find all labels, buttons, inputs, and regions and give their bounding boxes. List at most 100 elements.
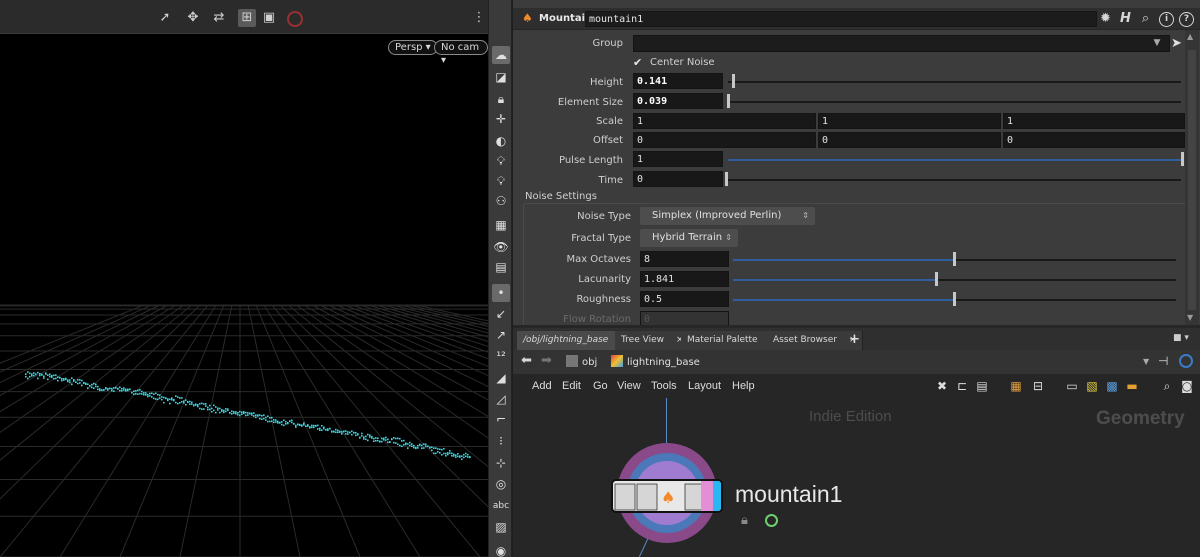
lacunarity-field[interactable]: 1.841 (640, 271, 729, 287)
element-size-slider-knob[interactable] (727, 94, 730, 108)
viewport-settings-icon[interactable]: ⋮ (470, 9, 488, 27)
element-size-slider-track[interactable] (728, 101, 1181, 103)
connect-icon[interactable]: ⊹ (492, 454, 510, 472)
lacunarity-slider-knob[interactable] (935, 272, 938, 286)
scrollbar-thumb[interactable] (1188, 50, 1196, 310)
search-icon[interactable]: ⌕ (1137, 10, 1154, 27)
offset-x-field[interactable]: 0 (633, 132, 816, 148)
prim-icon[interactable]: ◢ (492, 369, 510, 387)
link-icon[interactable] (1179, 354, 1193, 368)
pane-menu-icon[interactable]: ■ ▾ (1173, 333, 1189, 343)
transform-icon[interactable]: ✛ (492, 110, 510, 128)
viewport-canvas[interactable] (0, 35, 488, 557)
network-box-icon[interactable]: ▭ (1064, 378, 1080, 394)
pulse-length-slider-knob[interactable] (1181, 152, 1184, 166)
fractal-type-dropdown[interactable]: Hybrid Terrain ⇕ (640, 229, 738, 247)
tree-icon[interactable]: ⊏ (954, 378, 970, 394)
vertex-icon[interactable]: ⁝ (492, 432, 510, 450)
lock-icon[interactable]: 🔒︎ (492, 90, 510, 108)
scroll-up-icon[interactable]: ▲ (1187, 32, 1193, 41)
menu-go[interactable]: Go (593, 380, 608, 392)
back-arrow-icon[interactable]: ⬅ (521, 353, 532, 368)
height-slider-knob[interactable] (732, 74, 735, 88)
cam-light-icon[interactable]: ⚇ (492, 192, 510, 210)
persp-menu[interactable]: Persp ▾ (388, 40, 438, 55)
gear-icon[interactable]: ✹ (1097, 10, 1114, 27)
roughness-field[interactable]: 0.5 (640, 291, 729, 307)
more-icon[interactable]: ◉ (492, 542, 510, 557)
offset-y-field[interactable]: 0 (818, 132, 1001, 148)
number-icon[interactable]: ¹² (492, 347, 510, 365)
group-input[interactable] (633, 35, 1170, 52)
forward-arrow-icon[interactable]: ➡ (541, 353, 552, 368)
breadcrumb-obj[interactable]: obj (566, 355, 597, 370)
handle-tool-icon[interactable]: ⇄ (210, 9, 228, 27)
list-icon[interactable]: ▤ (974, 378, 990, 394)
path-dropdown-icon[interactable]: ▼ (1143, 357, 1149, 366)
scroll-down-icon[interactable]: ▼ (1187, 313, 1193, 322)
height-field[interactable]: 0.141 (633, 73, 723, 89)
group-dropdown-icon[interactable]: ▼ (1146, 35, 1168, 52)
scene-viewport[interactable]: ➚ ✥ ⇄ ⊞ ▣ ⋮ Persp ▾ No cam ▾ (0, 0, 488, 557)
visibility-icon[interactable]: 👁︎ (492, 238, 510, 256)
sticky-note-icon[interactable]: ▧ (1084, 378, 1100, 394)
pin-icon[interactable]: ⊣ (1158, 354, 1168, 368)
time-field[interactable]: 0 (633, 171, 723, 187)
time-slider-track[interactable] (728, 179, 1181, 181)
grid-icon[interactable]: ▦ (492, 216, 510, 234)
network-canvas[interactable]: Indie Edition Geometry ♠ mountain1 🔒︎ (513, 398, 1200, 557)
transform-tool-icon[interactable]: ✥ (184, 9, 202, 27)
h-icon[interactable]: H (1117, 10, 1134, 27)
text-icon[interactable]: abc (492, 497, 510, 515)
menu-add[interactable]: Add (532, 380, 552, 392)
light-icon[interactable]: 💡︎ (492, 152, 510, 170)
pulse-length-field[interactable]: 1 (633, 151, 723, 167)
edge-icon[interactable]: ⌐ (492, 410, 510, 428)
select-tool-icon[interactable]: ➚ (156, 9, 174, 27)
flow-rotation-field[interactable]: 0 (640, 311, 729, 325)
headlight-icon[interactable]: 💡︎ (492, 172, 510, 190)
camera-snapshot-icon[interactable]: ◙ (1179, 378, 1195, 394)
menu-help[interactable]: Help (732, 380, 755, 392)
image-icon[interactable]: ▨ (492, 518, 510, 536)
mesh-icon[interactable]: ◿ (492, 390, 510, 408)
record-icon[interactable] (287, 11, 303, 27)
color-palette-icon[interactable]: ▦ (1008, 378, 1024, 394)
noise-type-dropdown[interactable]: Simplex (Improved Perlin) ⇕ (640, 207, 815, 225)
shading-icon[interactable]: ◐ (492, 132, 510, 150)
scale-y-field[interactable]: 1 (818, 113, 1001, 129)
image-icon[interactable]: ▩ (1104, 378, 1120, 394)
zoom-icon[interactable]: ⌕ (1159, 378, 1175, 394)
breadcrumb-node[interactable]: lightning_base (611, 355, 700, 370)
scale-x-field[interactable]: 1 (633, 113, 816, 129)
help-icon[interactable]: ? (1179, 12, 1194, 27)
menu-view[interactable]: View (617, 380, 641, 392)
ghost-icon[interactable]: ☁ (492, 46, 510, 64)
time-slider-knob[interactable] (725, 172, 728, 186)
offset-z-field[interactable]: 0 (1003, 132, 1185, 148)
lock-icon[interactable]: 🔒︎ (741, 513, 755, 528)
camera-menu[interactable]: No cam ▾ (434, 40, 488, 66)
parameter-scrollbar[interactable]: ▲ ▼ (1185, 30, 1199, 325)
menu-tools[interactable]: Tools (651, 380, 677, 392)
point-icon[interactable]: • (492, 284, 510, 302)
info-icon[interactable]: i (1159, 12, 1174, 27)
display-options-icon[interactable]: ▣ (260, 9, 278, 27)
normal-icon[interactable]: ↙ (492, 305, 510, 323)
roughness-slider-knob[interactable] (953, 292, 956, 306)
pick-icon[interactable]: ↗ (492, 326, 510, 344)
tab-tree-view[interactable]: Tree View × (615, 331, 691, 350)
max-octaves-slider-knob[interactable] (953, 252, 956, 266)
max-octaves-field[interactable]: 8 (640, 251, 729, 267)
display-icon[interactable]: ◪ (492, 68, 510, 86)
snap-tool-icon[interactable]: ⊞ (238, 9, 256, 27)
menu-layout[interactable]: Layout (688, 380, 721, 392)
height-slider-track[interactable] (728, 81, 1181, 83)
element-size-field[interactable]: 0.039 (633, 93, 723, 109)
menu-edit[interactable]: Edit (562, 380, 581, 392)
node-name-input[interactable]: mountain1 (585, 11, 1097, 27)
circle-icon[interactable]: ◎ (492, 475, 510, 493)
mountain-node[interactable]: ♠ (611, 479, 723, 513)
grid-view-icon[interactable]: ⊟ (1030, 378, 1046, 394)
scale-z-field[interactable]: 1 (1003, 113, 1185, 129)
